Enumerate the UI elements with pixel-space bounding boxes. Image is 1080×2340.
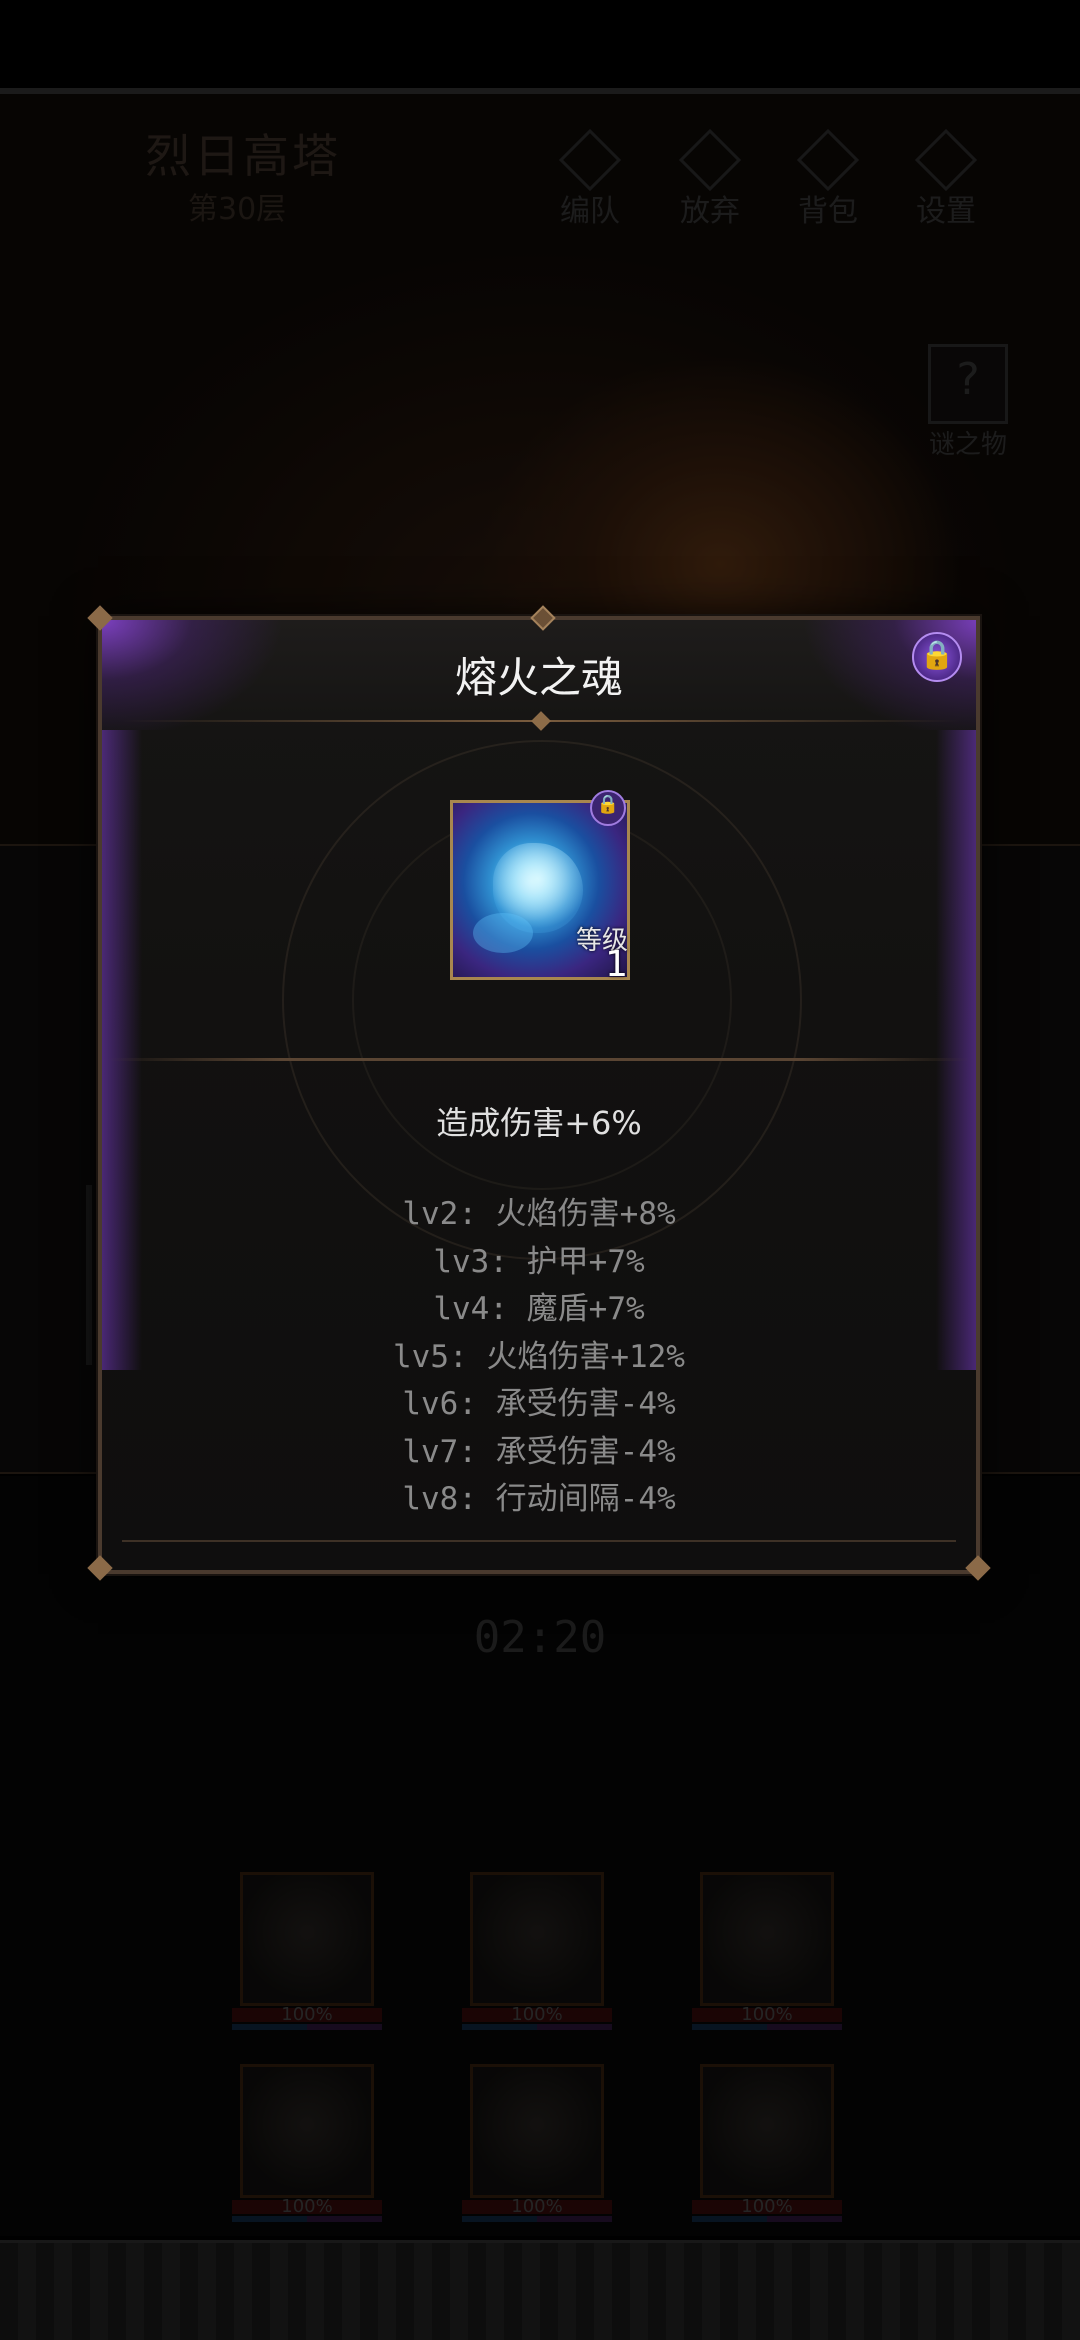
- level-bonus-list: lv2: 火焰伤害+8% lv3: 护甲+7% lv4: 魔盾+7% lv5: …: [102, 1188, 976, 1521]
- lock-toggle-button[interactable]: 🔒: [908, 628, 966, 686]
- level-bonus-row: lv2: 火焰伤害+8%: [402, 1196, 676, 1232]
- footer-divider: [122, 1540, 956, 1542]
- item-level-value: 1: [605, 944, 628, 985]
- relic-detail-modal: 熔火之魂 🔒 🔒 等级 1 造成伤害+6% lv2: 火焰伤害+8% lv3: …: [87, 605, 991, 1581]
- modal-title: 熔火之魂: [454, 653, 623, 702]
- level-bonus-row: lv7: 承受伤害-4%: [402, 1433, 676, 1470]
- lock-icon: 🔒: [919, 638, 955, 671]
- item-lock-badge: 🔒: [588, 788, 628, 828]
- level-bonus-row: lv4: 魔盾+7%: [433, 1291, 645, 1327]
- level-bonus-row: lv3: 护甲+7%: [433, 1243, 645, 1280]
- lock-icon: 🔒: [596, 794, 620, 815]
- current-effect: 造成伤害+6%: [436, 1104, 642, 1142]
- level-bonus-row: lv5: 火焰伤害+12%: [393, 1338, 685, 1375]
- section-divider: [108, 1058, 970, 1061]
- level-bonus-row: lv8: 行动间隔-4%: [402, 1481, 676, 1517]
- header-gem-icon: [531, 711, 551, 731]
- item-art-glow: [473, 913, 533, 953]
- level-bonus-row: lv6: 承受伤害-4%: [402, 1386, 676, 1422]
